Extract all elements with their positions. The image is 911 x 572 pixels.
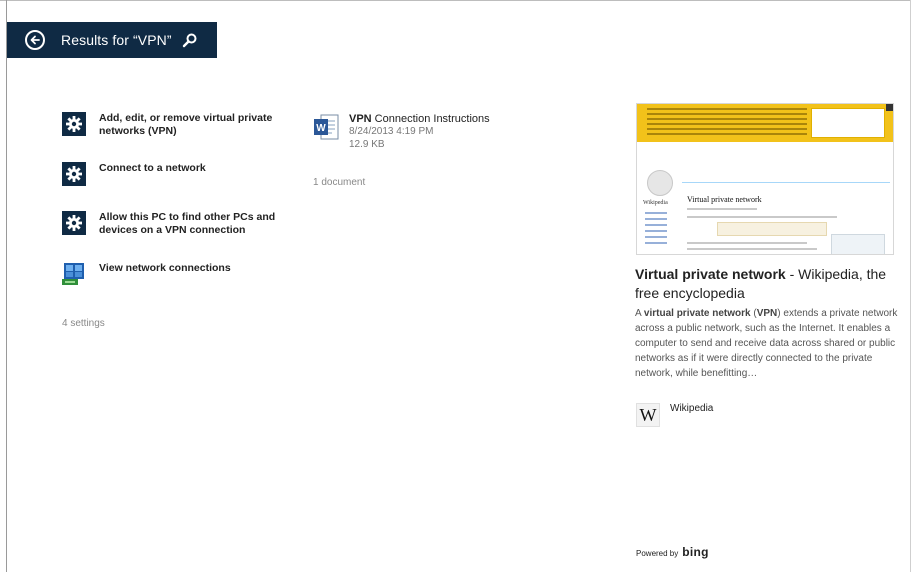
preview-brand: Wikipedia	[643, 200, 668, 206]
document-date: 8/24/2013 4:19 PM	[349, 126, 434, 137]
preview-heading: Virtual private network	[687, 195, 762, 204]
settings-count: 4 settings	[62, 318, 105, 329]
setting-result-view-connections[interactable]: View network connections	[62, 262, 279, 286]
wikipedia-w-icon: W	[636, 403, 660, 427]
gear-icon	[62, 162, 86, 186]
wikipedia-globe-icon	[647, 170, 673, 196]
source-label: Wikipedia	[670, 403, 714, 414]
web-result-snippet: A virtual private network (VPN) extends …	[635, 308, 898, 379]
back-arrow-icon[interactable]	[25, 30, 45, 50]
window-left-edge	[6, 0, 7, 572]
network-connections-icon	[62, 263, 84, 285]
svg-text:W: W	[316, 123, 326, 134]
setting-result-vpn-manage[interactable]: Add, edit, or remove virtual private net…	[62, 112, 279, 138]
word-document-icon: W	[314, 114, 339, 140]
search-icon[interactable]	[182, 32, 198, 48]
gear-icon	[62, 112, 86, 136]
donation-banner	[637, 104, 893, 142]
setting-result-vpn-discovery[interactable]: Allow this PC to find other PCs and devi…	[62, 211, 279, 237]
page-title: Results for “VPN”	[61, 32, 172, 48]
web-result-title[interactable]: Virtual private network - Wikipedia, the…	[635, 265, 905, 303]
setting-label: Add, edit, or remove virtual private net…	[99, 112, 273, 137]
search-header: Results for “VPN”	[7, 22, 217, 58]
document-result[interactable]: W VPN Connection Instructions 8/24/2013 …	[313, 113, 490, 151]
document-size: 12.9 KB	[349, 139, 385, 150]
window-top-edge	[0, 0, 911, 4]
setting-label: View network connections	[99, 262, 231, 274]
gear-icon	[62, 211, 86, 235]
powered-by-bing: Powered by bing	[636, 545, 709, 559]
document-title: VPN Connection Instructions	[349, 113, 490, 125]
powered-by-label: Powered by	[636, 549, 679, 558]
setting-label: Allow this PC to find other PCs and devi…	[99, 211, 276, 236]
close-icon	[886, 104, 893, 111]
setting-result-connect-network[interactable]: Connect to a network	[62, 162, 279, 186]
web-result-thumbnail[interactable]: Wikipedia Virtual private network	[636, 103, 894, 255]
bing-logo: bing	[682, 545, 709, 559]
documents-count: 1 document	[313, 177, 366, 188]
setting-label: Connect to a network	[99, 162, 206, 174]
web-result-source[interactable]: W Wikipedia	[636, 403, 713, 427]
